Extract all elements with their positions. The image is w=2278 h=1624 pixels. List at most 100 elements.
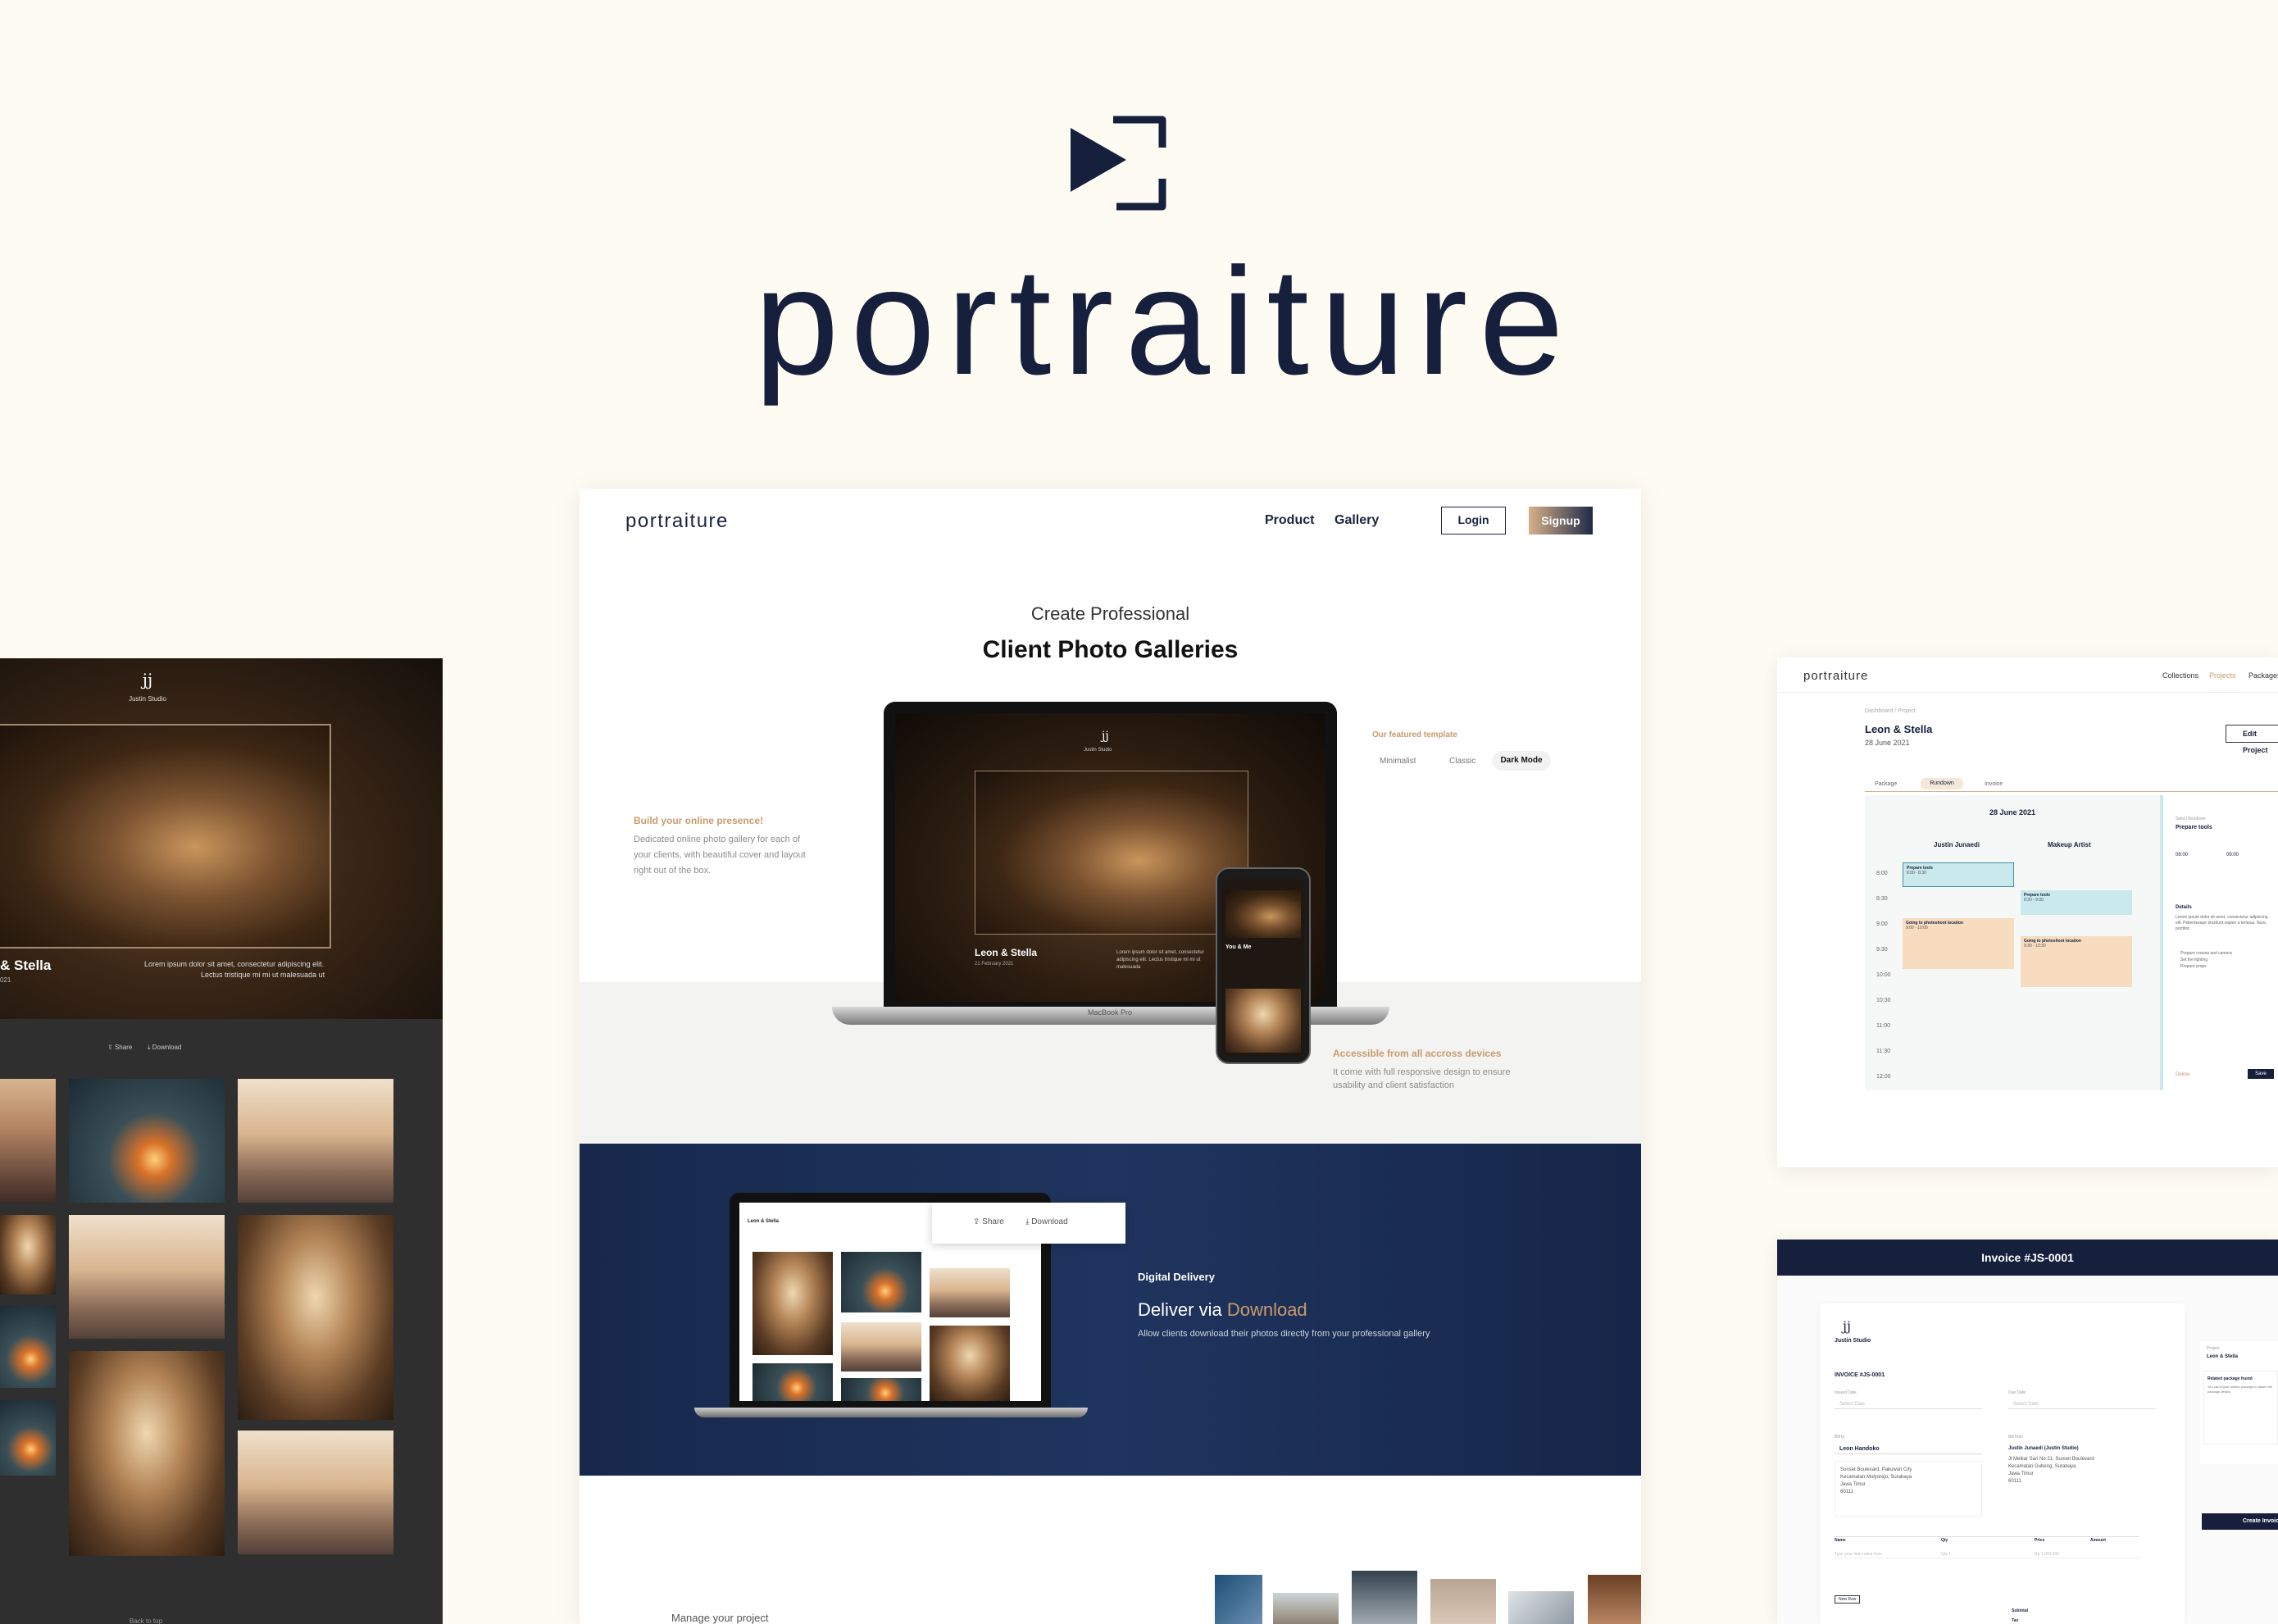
feature-online-body2: your clients, with beautiful cover and l… <box>634 850 806 860</box>
gallery-photo[interactable] <box>69 1079 225 1203</box>
create-invoice-button[interactable]: Create Invoice <box>2202 1513 2278 1530</box>
event-card[interactable]: Prepare tools 8:00 - 8:30 <box>1903 862 2014 887</box>
invoice-number: INVOICE #JS-0001 <box>1835 1372 1885 1378</box>
phone-couple-title: You & Me <box>1225 944 1252 950</box>
column-makeup-artist: Makeup Artist <box>2048 841 2091 848</box>
panel-divider <box>2160 795 2163 1090</box>
tab-rundown[interactable]: Rundown <box>1921 778 1963 789</box>
popup-download-button[interactable]: ⤓ Download <box>1025 1217 1068 1226</box>
project-logo[interactable]: portraiture <box>1803 669 1868 683</box>
gallery-hero: jj Justin Studio & Stella 021 Lorem ipsu… <box>0 658 443 1019</box>
gallery-photo[interactable] <box>69 1215 225 1339</box>
project-title: Leon & Stella <box>1865 723 1933 735</box>
feature-online-body1: Dedicated online photo gallery for each … <box>634 835 801 844</box>
nav-gallery-link[interactable]: Gallery <box>1335 513 1379 528</box>
back-to-top-link[interactable]: Back to top <box>130 1617 162 1624</box>
invoice-studio-name: Justin Studio <box>1835 1338 1871 1344</box>
save-button[interactable]: Save <box>2248 1069 2274 1079</box>
template-option-dark-mode[interactable]: Dark Mode <box>1492 751 1551 771</box>
item-name-input[interactable]: Type your item name here <box>1835 1552 1882 1557</box>
nav-divider <box>1777 692 2278 693</box>
delivery-body: Allow clients download their photos dire… <box>1138 1329 1430 1339</box>
delivery-eyebrow: Digital Delivery <box>1138 1271 1215 1283</box>
gallery-share-button[interactable]: ⇪ Share <box>107 1044 132 1051</box>
bill-to-address[interactable]: Sunset Boulevard, Pakuwon City Kecamatan … <box>1835 1461 1982 1517</box>
delivery-photo <box>841 1322 921 1372</box>
laptop-studio-name: Justin Studio <box>1084 748 1112 753</box>
gallery-photo[interactable] <box>0 1400 56 1476</box>
gallery-text-line2: Lectus tristique mi mi ut malesuada ut <box>201 971 325 979</box>
rundown-select-value[interactable]: Prepare tools <box>2176 825 2212 830</box>
event-card[interactable]: Prepare tools 8:30 - 9:00 <box>2021 890 2132 915</box>
delete-button[interactable]: Delete <box>2176 1072 2189 1077</box>
landing-logo[interactable]: portraiture <box>625 510 729 533</box>
bill-to-name[interactable]: Leon Handoko <box>1835 1444 1982 1454</box>
template-option-minimalist[interactable]: Minimalist <box>1380 757 1416 766</box>
gallery-photo[interactable] <box>0 1215 56 1294</box>
share-download-popup: ⇪ Share ⤓ Download <box>932 1203 1125 1244</box>
new-row-button[interactable]: New Row <box>1835 1595 1861 1604</box>
invoice-preview: Invoice #JS-0001 jj Justin Studio INVOIC… <box>1777 1240 2278 1624</box>
bill-to-label: Bill to <box>1835 1435 1845 1440</box>
phone-mockup: You & Me <box>1216 867 1311 1064</box>
popup-share-button[interactable]: ⇪ Share <box>973 1217 1004 1226</box>
gallery-photo[interactable] <box>238 1079 393 1203</box>
nav-packages[interactable]: Packages <box>2248 671 2278 680</box>
collage-photo <box>1588 1575 1641 1624</box>
collage-photo <box>1215 1575 1262 1624</box>
hero-title: Client Photo Galleries <box>982 636 1239 663</box>
delivery-photo <box>930 1268 1010 1317</box>
item-qty-input[interactable]: Qty 1 <box>1941 1552 1951 1557</box>
issued-date-label: Issued Date <box>1835 1390 1857 1395</box>
laptop-hero-photo <box>975 771 1248 935</box>
gallery-photo[interactable] <box>238 1215 393 1420</box>
details-text[interactable]: Lorem ipsum dolor sit amet, consectetur … <box>2176 915 2274 932</box>
rundown-select-label: Select Rundown <box>2176 817 2206 821</box>
collage-photo <box>1273 1593 1339 1624</box>
due-date-input[interactable]: Select Date <box>2008 1400 2156 1409</box>
signup-button[interactable]: Signup <box>1529 507 1593 535</box>
event-card[interactable]: Going to photoshoot location 9:30 - 10:3… <box>2021 936 2132 987</box>
dark-gallery-preview: jj Justin Studio & Stella 021 Lorem ipsu… <box>0 658 443 1624</box>
phone-photo <box>1225 989 1301 1053</box>
manage-project-label: Manage your project <box>671 1612 769 1624</box>
details-label: Details <box>2176 905 2192 910</box>
template-title: Our featured template <box>1372 730 1457 739</box>
phone-screen: You & Me <box>1222 879 1304 1056</box>
rundown-end-time[interactable]: 09:00 <box>2226 853 2239 857</box>
gallery-photo[interactable] <box>69 1351 225 1556</box>
brand-wordmark: portraiture <box>754 237 1576 407</box>
bill-from-name: Justin Junaedi (Justin Studio) <box>2008 1446 2079 1451</box>
nav-product-link[interactable]: Product <box>1265 513 1314 528</box>
col-qty: Qty <box>1941 1538 1948 1543</box>
edit-project-button[interactable]: Edit Project <box>2226 725 2278 754</box>
related-package-card[interactable]: Related package found You can import rel… <box>2203 1371 2278 1444</box>
issued-date-input[interactable]: Select Date <box>1835 1400 1982 1409</box>
gallery-couple-title: & Stella <box>0 958 52 973</box>
tab-package[interactable]: Package <box>1875 781 1897 787</box>
rundown-start-time[interactable]: 08:00 <box>2176 853 2188 857</box>
gallery-photo[interactable] <box>0 1079 56 1203</box>
delivery-photo <box>841 1378 921 1401</box>
item-price-input[interactable]: Rp 1,000,000 <box>2035 1552 2059 1557</box>
subtotal-label: Subtotal <box>2012 1608 2028 1613</box>
tab-divider <box>1865 791 2278 792</box>
delivery-photo <box>930 1326 1010 1401</box>
template-option-classic[interactable]: Classic <box>1449 757 1475 766</box>
gallery-photo[interactable] <box>0 1306 56 1388</box>
tab-invoice[interactable]: Invoice <box>1985 781 2003 787</box>
project-date: 28 June 2021 <box>1865 739 1910 747</box>
gallery-photo[interactable] <box>238 1431 393 1554</box>
event-card[interactable]: Going to photoshoot location 9:00 - 10:0… <box>1903 918 2014 969</box>
col-amount: Amount <box>2090 1538 2106 1543</box>
gallery-download-button[interactable]: ⤓ Download <box>148 1044 181 1052</box>
feature-online-title: Build your online presence! <box>634 815 764 826</box>
nav-collections[interactable]: Collections <box>2162 671 2198 680</box>
gallery-text-line1: Lorem ipsum dolor sit amet, consectetur … <box>144 960 325 968</box>
nav-projects[interactable]: Projects <box>2209 671 2236 680</box>
portraiture-logo-icon <box>1071 116 1166 211</box>
invoice-studio-monogram: jj <box>1843 1318 1851 1334</box>
login-button[interactable]: Login <box>1441 507 1506 535</box>
delivery-laptop-base <box>694 1408 1088 1417</box>
breadcrumb: Dashboard / Project <box>1865 708 1916 714</box>
